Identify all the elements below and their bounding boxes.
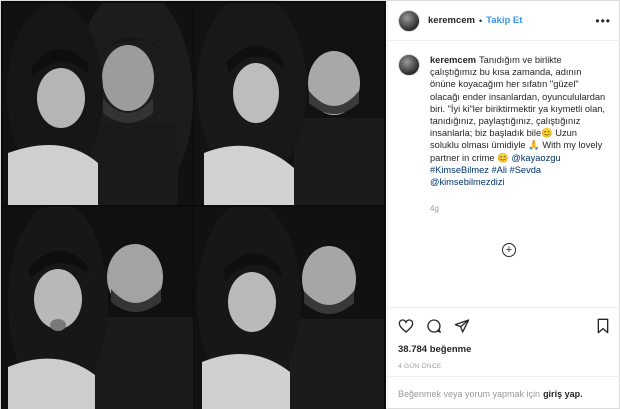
login-to-comment-bar: Beğenmek veya yorum yapmak için giriş ya… bbox=[388, 376, 620, 409]
comment-prompt: Beğenmek veya yorum yapmak için bbox=[398, 388, 541, 399]
header-username[interactable]: keremcem bbox=[428, 15, 475, 26]
follow-button[interactable]: Takip Et bbox=[486, 15, 522, 26]
post-header: keremcem • Takip Et ••• bbox=[388, 1, 620, 41]
caption-text: keremcem Tanıdığım ve birlikte çalıştığım… bbox=[430, 54, 608, 188]
post-side-panel: keremcem • Takip Et ••• keremcem Tanıdığı… bbox=[387, 1, 620, 409]
photo-frame-3 bbox=[3, 207, 193, 409]
photo-frame-1 bbox=[3, 3, 193, 205]
comments-area: keremcem Tanıdığım ve birlikte çalıştığım… bbox=[388, 42, 620, 307]
post-actions: 38.784 beğenme 4 GÜN ÖNCE bbox=[388, 307, 620, 370]
mention-link[interactable]: @kayaozgu bbox=[511, 153, 560, 163]
action-icons bbox=[398, 317, 611, 335]
separator-dot: • bbox=[479, 15, 483, 26]
more-horizontal-icon[interactable]: ••• bbox=[595, 14, 611, 28]
caption-time: 4g bbox=[430, 204, 439, 214]
hashtag-links[interactable]: #KimseBilmez #Ali #Sevda bbox=[430, 165, 541, 175]
comment-icon[interactable] bbox=[426, 318, 442, 334]
post-photo-collage[interactable] bbox=[1, 1, 386, 409]
photo-frame-2 bbox=[194, 3, 384, 205]
plus-icon: + bbox=[505, 243, 513, 256]
caption: keremcem Tanıdığım ve birlikte çalıştığım… bbox=[398, 54, 611, 188]
share-icon[interactable] bbox=[454, 318, 470, 334]
photo-frame-4 bbox=[194, 207, 384, 409]
caption-avatar[interactable] bbox=[398, 54, 420, 76]
mention-link-2[interactable]: @kimsebilmezdizi bbox=[430, 177, 505, 187]
avatar[interactable] bbox=[398, 9, 420, 32]
login-link[interactable]: giriş yap. bbox=[543, 389, 583, 399]
load-more-comments-button[interactable]: + bbox=[502, 243, 516, 257]
likes-count[interactable]: 38.784 beğenme bbox=[398, 344, 611, 355]
bookmark-icon[interactable] bbox=[595, 318, 611, 334]
instagram-post: keremcem • Takip Et ••• keremcem Tanıdığı… bbox=[0, 0, 620, 409]
post-date: 4 GÜN ÖNCE bbox=[398, 363, 442, 370]
caption-body: Tanıdığım ve birlikte çalıştığımız bu kı… bbox=[430, 55, 606, 163]
caption-username[interactable]: keremcem bbox=[430, 55, 476, 65]
heart-icon[interactable] bbox=[398, 318, 414, 334]
